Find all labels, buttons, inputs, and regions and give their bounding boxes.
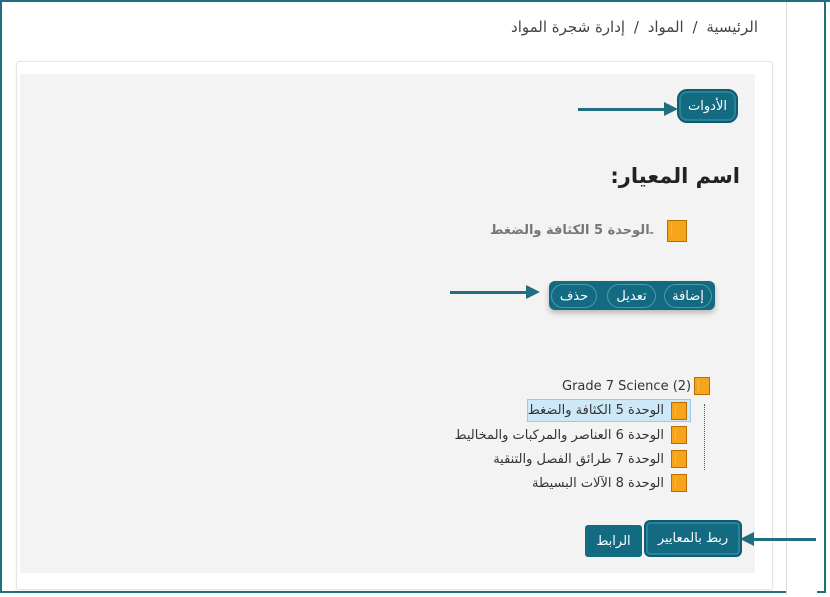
tree-root[interactable]: Grade 7 Science (2) [562,379,691,394]
standard-title: اسم المعيار: [610,164,740,188]
breadcrumb: الرئيسية / المواد / إدارة شجرة المواد [509,18,760,36]
book-icon [671,450,687,468]
breadcrumb-home[interactable]: الرئيسية [706,18,758,36]
edit-button[interactable]: تعديل [607,284,656,308]
book-icon [667,220,687,242]
annotation-arrow-map [740,532,816,546]
book-icon [671,402,687,420]
tree-connector-line [704,404,705,470]
tree-item[interactable]: الوحدة 8 الآلات البسيطة [532,476,664,491]
breadcrumb-separator: / [633,18,639,36]
book-icon [694,377,710,395]
book-icon [671,474,687,492]
book-icon [671,426,687,444]
annotation-arrow-actions [450,285,540,299]
node-dash: - [649,225,655,241]
tools-button[interactable]: الأدوات [677,89,738,123]
selected-node-label: الوحدة 5 الكثافة والضغط [490,223,650,238]
annotation-arrow-tools [578,102,678,116]
breadcrumb-materials[interactable]: المواد [648,18,684,36]
breadcrumb-separator: / [692,18,698,36]
tree-item[interactable]: الوحدة 5 الكثافة والضغط [528,403,664,418]
tree-panel [20,74,755,573]
right-scroll-area [786,2,817,595]
breadcrumb-current: إدارة شجرة المواد [511,18,626,36]
link-button[interactable]: الرابط [585,525,642,557]
tree-item[interactable]: الوحدة 6 العناصر والمركبات والمخاليط [454,428,664,443]
add-button[interactable]: إضافة [664,284,712,308]
tree-item[interactable]: الوحدة 7 طرائق الفصل والتنقية [493,452,664,467]
map-to-standards-button[interactable]: ربط بالمعايير [644,520,742,557]
delete-button[interactable]: حذف [551,284,597,308]
